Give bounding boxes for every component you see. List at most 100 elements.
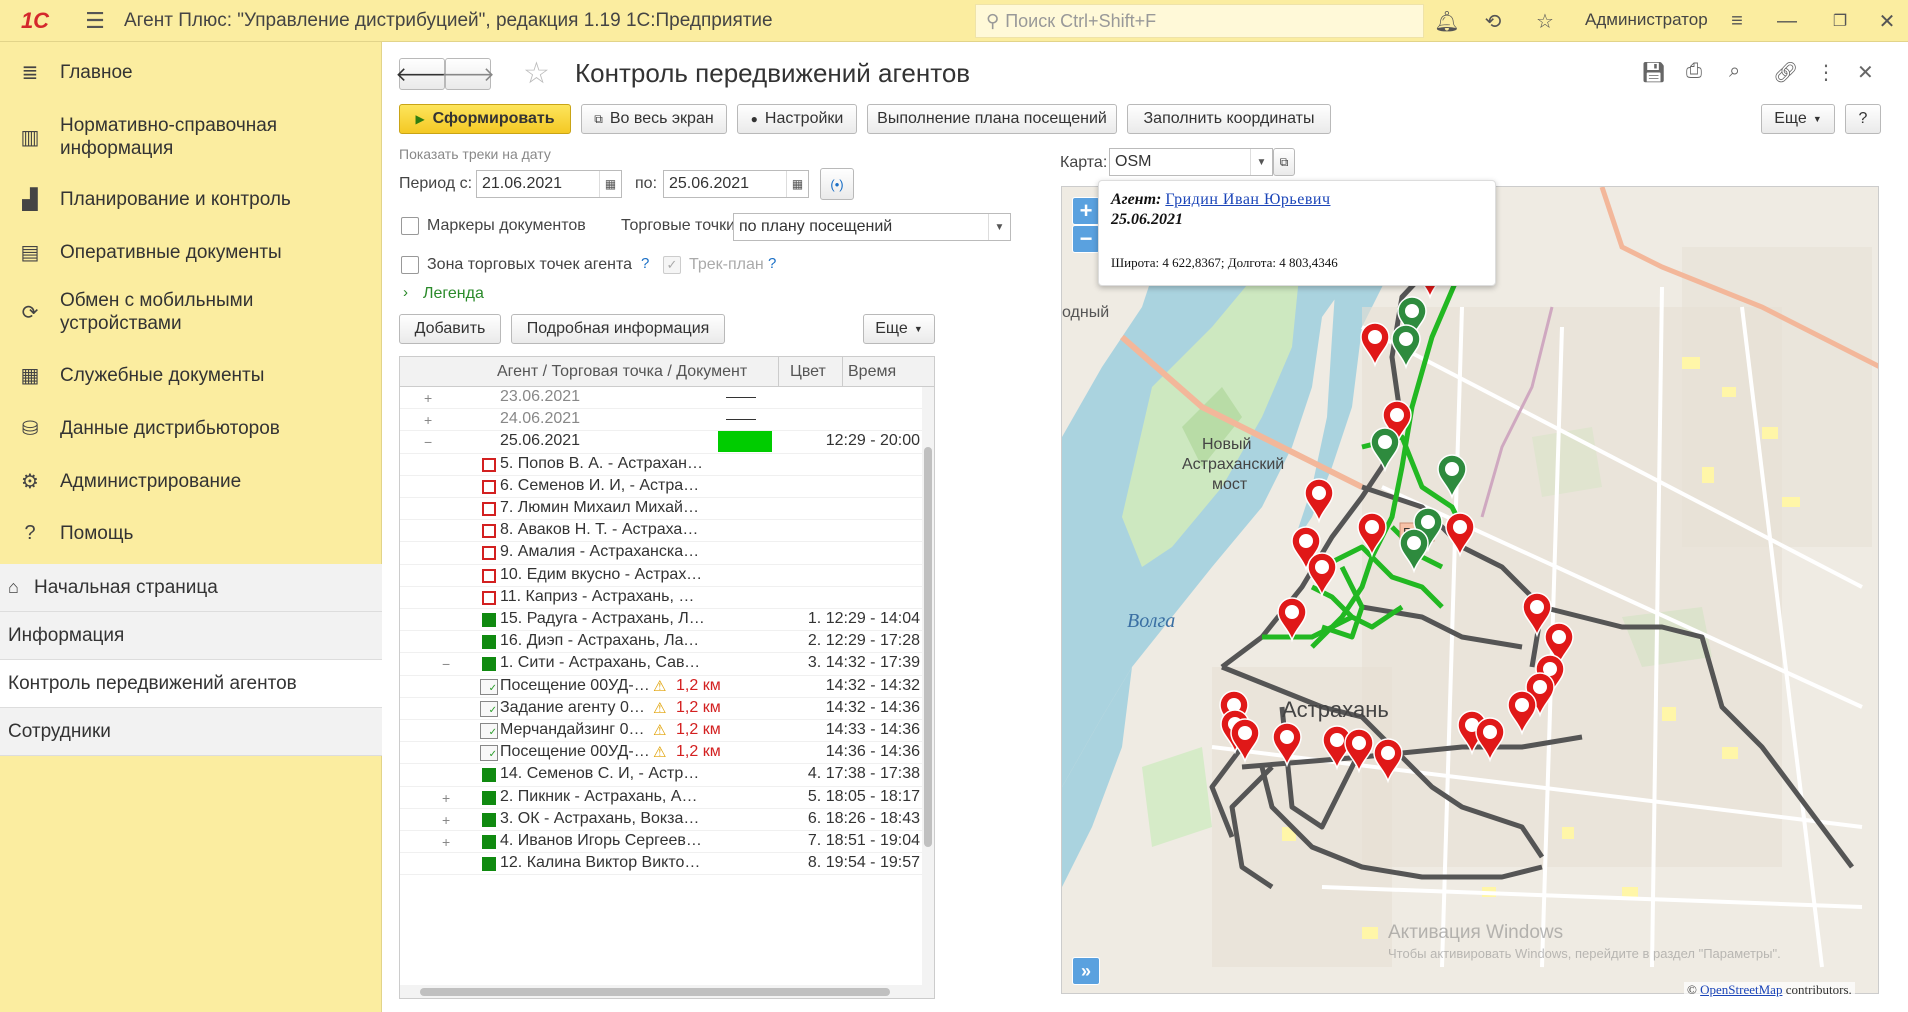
restore-window-icon[interactable]: ❐: [1825, 6, 1855, 36]
sidebar-item-help[interactable]: ? Помощь: [0, 518, 382, 548]
date-row[interactable]: − 25.06.2021 12:29 - 20:00: [400, 431, 922, 454]
trade-point-row[interactable]: 12. Калина Виктор Викторович - ... 8. 19:…: [400, 853, 922, 876]
trade-point-row[interactable]: 7. Люмин Михаил Михайлович - ...: [400, 498, 922, 521]
more-actions-button[interactable]: Еще ▼: [1761, 104, 1835, 134]
map-select[interactable]: OSM ▼: [1109, 148, 1273, 176]
expand-panel-button[interactable]: »: [1072, 957, 1100, 985]
calendar-icon[interactable]: ▦: [786, 171, 808, 197]
document-row[interactable]: ✓ ⚠ 1,2 км Мерчандайзинг 00УД-... 14:33 - 14…: [400, 720, 922, 743]
period-select-button[interactable]: (•): [820, 168, 854, 200]
date-row[interactable]: +23.06.2021: [400, 387, 922, 410]
scroll-thumb[interactable]: [420, 988, 890, 996]
period-from-input[interactable]: 21.06.2021 ▦: [476, 170, 622, 198]
collapse-icon[interactable]: −: [442, 656, 450, 672]
zoom-out-button[interactable]: −: [1072, 225, 1100, 253]
osm-link[interactable]: OpenStreetMap: [1700, 982, 1782, 997]
print-icon[interactable]: ⎙: [1686, 60, 1702, 83]
sidebar-item-operational-docs[interactable]: ▤ Оперативные документы: [0, 237, 382, 267]
details-button[interactable]: Подробная информация: [511, 314, 725, 344]
expand-icon[interactable]: +: [442, 834, 450, 850]
fullscreen-button[interactable]: ⧉ Во весь экран: [581, 104, 727, 134]
plan-execution-button[interactable]: Выполнение плана посещений: [867, 104, 1117, 134]
chevron-down-icon[interactable]: ▼: [1250, 149, 1272, 175]
column-agent[interactable]: Агент / Торговая точка / Документ: [497, 363, 747, 381]
trade-point-row[interactable]: +4. Иванов Игорь Сергеевич - А... 7. 18:5…: [400, 831, 922, 854]
trade-point-row[interactable]: 14. Семенов С. И, - Астрахань, ... 4. 17:…: [400, 764, 922, 787]
window-agent-tracking[interactable]: Контроль передвижений агентов: [0, 660, 382, 708]
bell-icon[interactable]: 🔔︎: [1432, 6, 1462, 36]
track-plan-help-icon[interactable]: ?: [768, 255, 776, 272]
trade-points-select[interactable]: по плану посещений ▼: [733, 213, 1011, 241]
agent-zone-help-icon[interactable]: ?: [641, 255, 649, 272]
trade-point-row[interactable]: 15. Радуга - Астрахань, Латыш... 1. 12:29…: [400, 609, 922, 632]
settings-button[interactable]: ● Настройки: [737, 104, 857, 134]
sidebar-item-reference[interactable]: ▥ Нормативно-справочная информация: [0, 112, 382, 162]
trade-point-row[interactable]: 10. Едим вкусно - Астрахань, А...: [400, 565, 922, 587]
open-map-button[interactable]: ⧉: [1273, 148, 1295, 176]
search-input[interactable]: ⚲ Поиск Ctrl+Shift+F: [975, 4, 1424, 38]
map-canvas[interactable]: Новый Астраханский мост Астрахань Волга …: [1062, 187, 1879, 994]
close-form-icon[interactable]: ✕: [1857, 60, 1874, 85]
trade-point-row[interactable]: 8. Аваков Н. Т. - Астрахань, Кир...: [400, 520, 922, 543]
map-view[interactable]: Новый Астраханский мост Астрахань Волга …: [1061, 186, 1879, 994]
column-color[interactable]: Цвет: [790, 363, 826, 381]
scroll-thumb[interactable]: [924, 447, 932, 847]
document-row[interactable]: ✓ ⚠ 1,2 км Задание агенту 00УД... 14:32 - 14…: [400, 698, 922, 720]
window-home[interactable]: ⌂ Начальная страница: [0, 564, 382, 612]
sidebar-item-planning[interactable]: ▟ Планирование и контроль: [0, 184, 382, 214]
legend-link[interactable]: Легенда: [423, 285, 484, 303]
trade-point-row[interactable]: 11. Каприз - Астрахань, Ахшару...: [400, 587, 922, 609]
window-info[interactable]: Информация: [0, 612, 382, 660]
trade-point-row[interactable]: 9. Амалия - Астраханская обл, ...: [400, 542, 922, 565]
collapse-icon[interactable]: −: [424, 434, 432, 450]
more-vertical-icon[interactable]: ⋮: [1816, 60, 1836, 85]
save-icon[interactable]: 💾︎: [1641, 60, 1666, 85]
trade-point-row[interactable]: 6. Семенов И. И, - Астрахань, ...: [400, 476, 922, 498]
sidebar-item-service-docs[interactable]: ▦ Служебные документы: [0, 360, 382, 390]
favorite-star-icon[interactable]: ☆: [523, 56, 550, 91]
table-more-button[interactable]: Еще ▼: [863, 314, 935, 344]
document-row[interactable]: ✓ ⚠ 1,2 км Посещение 00УД-000... 14:32 - 14:…: [400, 676, 922, 698]
expand-icon[interactable]: +: [442, 812, 450, 828]
fill-coordinates-button[interactable]: Заполнить координаты: [1127, 104, 1331, 134]
track-color-swatch[interactable]: [718, 431, 772, 453]
zoom-in-button[interactable]: +: [1072, 197, 1100, 225]
close-app-icon[interactable]: ✕: [1872, 6, 1902, 36]
agent-zone-checkbox[interactable]: [401, 256, 419, 274]
document-row[interactable]: ✓ ⚠ 1,2 км Посещение 00УД-000... 14:36 - 14:…: [400, 742, 922, 765]
date-row[interactable]: +24.06.2021: [400, 409, 922, 432]
expand-icon[interactable]: +: [424, 412, 432, 428]
trade-point-row[interactable]: − 1. Сити - Астрахань, Савушкина... 3. 14:…: [400, 653, 922, 676]
chevron-down-icon[interactable]: ▼: [988, 214, 1010, 240]
back-button[interactable]: 🡐: [395, 58, 449, 90]
forward-button[interactable]: 🡒: [441, 58, 495, 90]
trade-point-row[interactable]: 16. Диэп - Астрахань, Латышев... 2. 12:29…: [400, 631, 922, 654]
trade-point-row[interactable]: +2. Пикник - Астрахань, Анри Ба... 5. 18:…: [400, 787, 922, 809]
preview-icon[interactable]: ⌕: [1729, 60, 1740, 83]
calendar-icon[interactable]: ▦: [599, 171, 621, 197]
sidebar-item-main[interactable]: ≣ Главное: [0, 57, 382, 87]
window-employees[interactable]: Сотрудники: [0, 708, 382, 756]
expand-icon[interactable]: +: [424, 390, 432, 406]
main-menu-icon[interactable]: ☰: [70, 0, 120, 42]
minimize-icon[interactable]: —: [1772, 6, 1802, 36]
history-icon[interactable]: ⟲: [1478, 6, 1508, 36]
agents-tree-table[interactable]: Агент / Торговая точка / Документ Цвет В…: [399, 356, 935, 999]
add-button[interactable]: Добавить: [399, 314, 501, 344]
doc-markers-checkbox[interactable]: [401, 217, 419, 235]
popup-agent-link[interactable]: Гридин Иван Юрьевич: [1165, 191, 1330, 208]
sidebar-item-distributor-data[interactable]: ⛁ Данные дистрибьюторов: [0, 413, 382, 443]
expand-icon[interactable]: +: [442, 790, 450, 806]
trade-point-row[interactable]: +3. ОК - Астрахань, Вокзальная ... 6. 18:…: [400, 809, 922, 831]
sidebar-item-mobile-exchange[interactable]: ⟳ Обмен с мобильными устройствами: [0, 287, 382, 337]
horizontal-scrollbar[interactable]: [400, 985, 922, 998]
help-button[interactable]: ?: [1845, 104, 1881, 134]
trade-point-row[interactable]: 5. Попов В. А. - Астрахань, Со...: [400, 454, 922, 476]
vertical-scrollbar[interactable]: [922, 387, 934, 998]
chevron-right-icon[interactable]: ›: [403, 284, 408, 301]
settings-lines-icon[interactable]: ≡: [1722, 6, 1752, 36]
sidebar-item-admin[interactable]: ⚙ Администрирование: [0, 466, 382, 496]
generate-button[interactable]: ▶ Сформировать: [399, 104, 571, 134]
link-icon[interactable]: 🔗︎: [1773, 60, 1798, 85]
period-to-input[interactable]: 25.06.2021 ▦: [663, 170, 809, 198]
